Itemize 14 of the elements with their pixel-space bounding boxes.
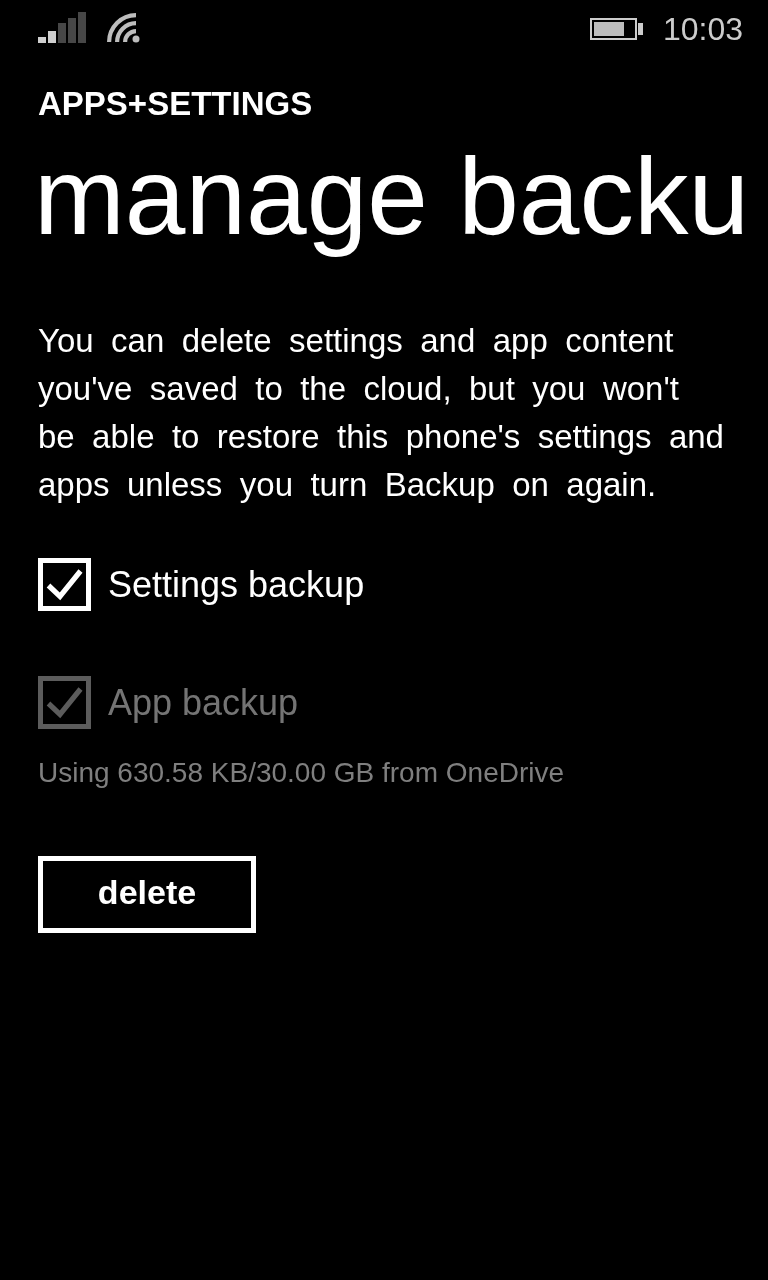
page-title: manage backu	[34, 134, 750, 259]
app-title: APPS+SETTINGS	[38, 84, 314, 124]
delete-button[interactable]: delete	[38, 856, 256, 933]
description-text: You can delete settings and app content you've saved to the cloud, but you won't be able to restore this phone's settings and apps unless you turn Backup on again.	[38, 321, 725, 505]
status-time: 10:03	[662, 12, 743, 46]
wifi-icon	[107, 11, 140, 43]
checkmark-icon	[46, 568, 83, 601]
battery-icon	[589, 18, 643, 40]
signal-strength-icon	[38, 12, 86, 43]
checkbox[interactable]	[38, 558, 91, 611]
checkbox-label: App backup	[108, 680, 299, 725]
usage-text: Using 630.58 KB/30.00 GB from OneDrive	[38, 756, 566, 790]
checkmark-icon	[46, 686, 83, 719]
checkbox-label[interactable]: Settings backup	[108, 562, 365, 607]
